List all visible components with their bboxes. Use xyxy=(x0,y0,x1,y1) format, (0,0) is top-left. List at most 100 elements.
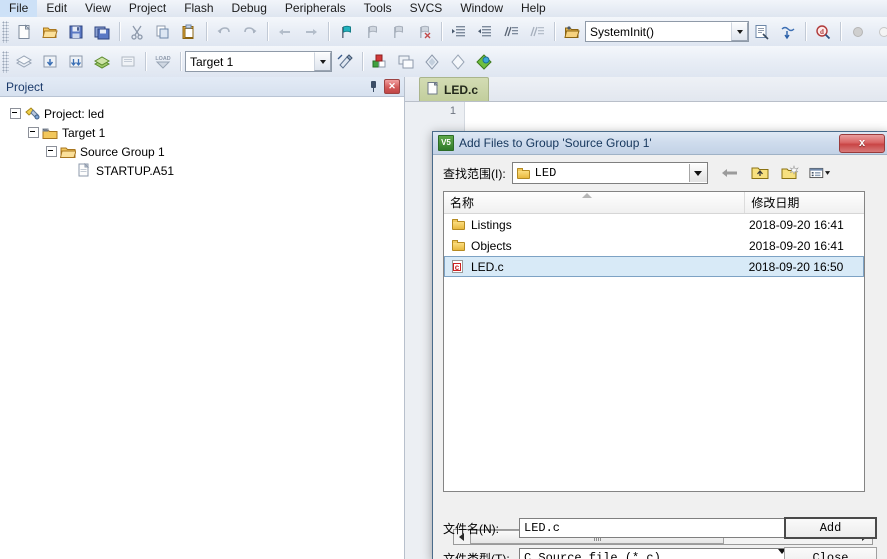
open-file-icon[interactable] xyxy=(37,19,63,44)
file-type-select[interactable]: C Source file (*.c) xyxy=(519,548,787,559)
target-icon xyxy=(42,125,58,140)
menu-tools[interactable]: Tools xyxy=(355,0,401,17)
prev-bookmark-icon[interactable] xyxy=(359,19,385,44)
function-combo[interactable]: SystemInit() xyxy=(585,21,749,42)
new-folder-icon[interactable] xyxy=(778,162,802,184)
expander-minus-icon[interactable] xyxy=(46,146,57,157)
column-header-name[interactable]: 名称 xyxy=(444,192,745,213)
pack-installer-icon[interactable] xyxy=(445,49,471,74)
file-row-objects[interactable]: Objects 2018-09-20 16:41 xyxy=(444,235,864,256)
add-files-dialog: V5 Add Files to Group 'Source Group 1' x… xyxy=(432,131,887,559)
dialog-nav-buttons xyxy=(718,162,832,184)
outdent-icon[interactable] xyxy=(472,19,498,44)
column-header-date[interactable]: 修改日期 xyxy=(745,192,864,213)
project-tree: Project: led Target 1 Source Group 1 xyxy=(0,97,404,180)
download-icon[interactable]: LOAD xyxy=(150,49,176,74)
target-options-icon[interactable] xyxy=(332,49,358,74)
tree-item-target[interactable]: Target 1 xyxy=(0,123,404,142)
menu-help[interactable]: Help xyxy=(512,0,555,17)
stop-build-icon[interactable] xyxy=(115,49,141,74)
run-manage-icon[interactable] xyxy=(471,49,497,74)
dialog-titlebar[interactable]: V5 Add Files to Group 'Source Group 1' x xyxy=(433,132,887,155)
toolbar-separator xyxy=(267,22,268,41)
clear-bookmarks-icon[interactable] xyxy=(411,19,437,44)
menu-project[interactable]: Project xyxy=(120,0,175,17)
indent-icon[interactable] xyxy=(446,19,472,44)
tree-label: Project: led xyxy=(44,106,104,122)
close-icon[interactable]: ✕ xyxy=(384,79,400,94)
navigate-forwards-icon[interactable] xyxy=(298,19,324,44)
chevron-down-icon[interactable] xyxy=(314,52,331,71)
up-one-level-icon[interactable] xyxy=(748,162,772,184)
paste-icon[interactable] xyxy=(176,19,202,44)
dialog-body: 查找范围(I): LED xyxy=(433,155,887,559)
uvision-main-window: File Edit View Project Flash Debug Perip… xyxy=(0,0,887,559)
menu-debug[interactable]: Debug xyxy=(223,0,276,17)
function-combo-value: SystemInit() xyxy=(586,23,658,41)
file-row-led-c[interactable]: LED.c 2018-09-20 16:50 xyxy=(444,256,864,277)
svg-text:LOAD: LOAD xyxy=(155,56,170,62)
file-date-cell: 2018-09-20 16:50 xyxy=(747,260,863,274)
uncomment-icon[interactable] xyxy=(524,19,550,44)
editor-tabstrip: LED.c xyxy=(405,77,887,102)
build-icon[interactable] xyxy=(37,49,63,74)
svg-text:d: d xyxy=(820,28,824,36)
menu-svcs[interactable]: SVCS xyxy=(401,0,452,17)
menu-window[interactable]: Window xyxy=(451,0,512,17)
menu-view[interactable]: View xyxy=(76,0,120,17)
toolbar-gripper[interactable] xyxy=(2,21,9,43)
comment-icon[interactable] xyxy=(498,19,524,44)
find-icon[interactable] xyxy=(775,19,801,44)
configure-icon[interactable] xyxy=(419,49,445,74)
close-icon[interactable]: x xyxy=(839,134,885,153)
file-name-cell: LED.c xyxy=(445,260,747,274)
open-project-icon[interactable] xyxy=(559,19,585,44)
batch-build-icon[interactable] xyxy=(89,49,115,74)
add-button[interactable]: Add xyxy=(784,517,877,539)
menu-file[interactable]: File xyxy=(0,0,37,17)
manage-multi-project-icon[interactable] xyxy=(393,49,419,74)
rebuild-icon[interactable] xyxy=(63,49,89,74)
translate-icon[interactable] xyxy=(11,49,37,74)
menu-edit[interactable]: Edit xyxy=(37,0,76,17)
chevron-down-icon[interactable] xyxy=(731,22,748,41)
file-row-listings[interactable]: Listings 2018-09-20 16:41 xyxy=(444,214,864,235)
toolbar-gripper[interactable] xyxy=(2,51,9,73)
back-icon[interactable] xyxy=(718,162,742,184)
undo-icon[interactable] xyxy=(211,19,237,44)
menu-flash[interactable]: Flash xyxy=(175,0,222,17)
file-name-input[interactable]: LED.c xyxy=(519,518,787,538)
chevron-down-icon[interactable] xyxy=(689,164,707,182)
project-pane: Project ✕ Project: led Target 1 xyxy=(0,77,405,559)
insert-bookmark-icon[interactable] xyxy=(333,19,359,44)
tree-item-project[interactable]: Project: led xyxy=(0,104,404,123)
views-dropdown-icon[interactable] xyxy=(808,162,832,184)
cut-icon[interactable] xyxy=(124,19,150,44)
save-icon[interactable] xyxy=(63,19,89,44)
file-list[interactable]: 名称 修改日期 Listings 20 xyxy=(443,191,865,492)
look-in-combo[interactable]: LED xyxy=(512,162,708,184)
expander-minus-icon[interactable] xyxy=(28,127,39,138)
copy-icon[interactable] xyxy=(150,19,176,44)
pin-icon[interactable] xyxy=(367,80,380,93)
find-in-files-icon[interactable] xyxy=(749,19,775,44)
tab-led-c[interactable]: LED.c xyxy=(419,77,489,101)
toolbar-separator xyxy=(362,52,363,71)
tab-label: LED.c xyxy=(444,83,478,97)
file-list-header: 名称 修改日期 xyxy=(444,192,864,214)
expander-minus-icon[interactable] xyxy=(10,108,21,119)
menu-peripherals[interactable]: Peripherals xyxy=(276,0,355,17)
navigate-backwards-icon[interactable] xyxy=(272,19,298,44)
next-bookmark-icon[interactable] xyxy=(385,19,411,44)
enable-breakpoint-icon[interactable] xyxy=(871,19,887,44)
close-button[interactable]: Close xyxy=(784,547,877,559)
manage-project-items-icon[interactable] xyxy=(367,49,393,74)
insert-breakpoint-icon[interactable] xyxy=(845,19,871,44)
search-magnifier-icon[interactable]: d xyxy=(810,19,836,44)
redo-icon[interactable] xyxy=(237,19,263,44)
save-all-icon[interactable] xyxy=(89,19,115,44)
tree-item-source-group[interactable]: Source Group 1 xyxy=(0,142,404,161)
tree-item-startup-file[interactable]: STARTUP.A51 xyxy=(0,161,404,180)
new-file-icon[interactable] xyxy=(11,19,37,44)
target-combo[interactable]: Target 1 xyxy=(185,51,332,72)
